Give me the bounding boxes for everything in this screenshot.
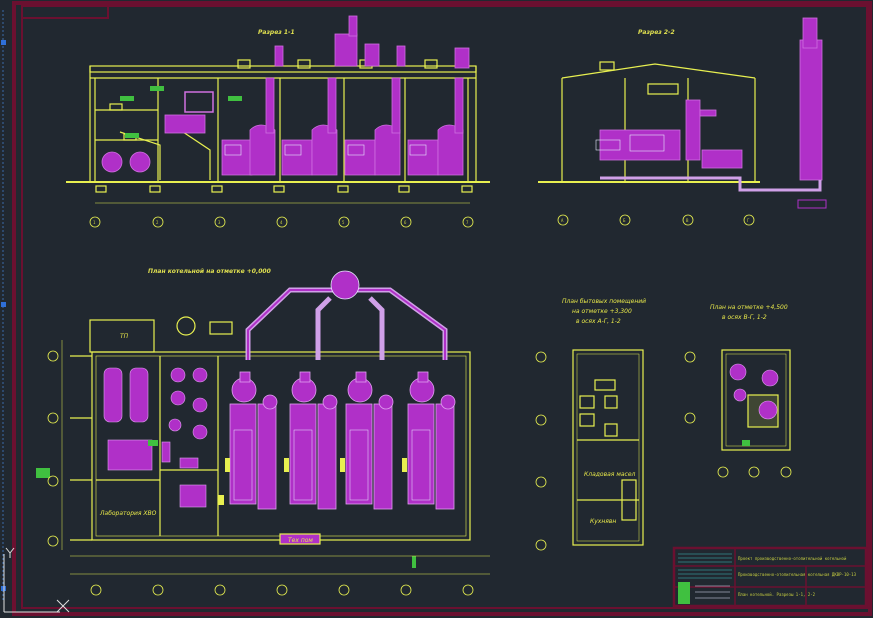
- title-line-1: Проект производственно-отопительной коте…: [738, 556, 847, 561]
- axis-v-s22: В: [686, 218, 689, 223]
- axis-3: 3: [218, 220, 221, 225]
- title-line-2: Производственно-отопительная котельная Д…: [738, 572, 857, 577]
- section-2-2-title: Разрез 2-2: [638, 29, 675, 36]
- plan-aux-title-2: на отметке +3,300: [572, 308, 632, 315]
- room-kitchen-label: Кухнявн: [590, 518, 616, 525]
- section-1-1-title: Разрез 1-1: [258, 29, 295, 36]
- room-tech-label: Тех пом: [288, 537, 313, 544]
- plan-stack-title-2: в осях В-Г, 1-2: [722, 314, 767, 321]
- section-2-2[interactable]: А Б В Г: [538, 17, 827, 226]
- plan-main[interactable]: ТП Лаборатория ХВО Тех пом: [36, 270, 490, 596]
- axis-1: 1: [93, 220, 96, 225]
- plan-stack[interactable]: [684, 349, 792, 478]
- title-line-3: План котельной. Разрезы 1-1, 2-2: [738, 592, 816, 597]
- stamp-top-left: [21, 5, 109, 19]
- axis-2: 2: [156, 220, 159, 225]
- axis-5: 5: [342, 220, 345, 225]
- axis-4: 4: [280, 220, 283, 225]
- plan-stack-title-1: План на отметке +4,500: [710, 304, 788, 311]
- section-1-1[interactable]: 1 2 3 4 5 6 7: [66, 15, 490, 228]
- axis-6: 6: [404, 220, 407, 225]
- cad-drawing-canvas[interactable]: Разрез 1-1 1 2 3 4 5 6 7 Разрез 2-2 А Б …: [0, 0, 873, 618]
- title-block[interactable]: Проект производственно-отопительной коте…: [672, 546, 868, 608]
- plan-aux[interactable]: Кладовая масел Кухнявн: [535, 349, 644, 551]
- room-storage-label: Кладовая масел: [584, 471, 636, 478]
- plan-aux-title-3: в осях А-Г, 1-2: [576, 318, 621, 325]
- grip-left-2[interactable]: [1, 302, 6, 307]
- axis-b-s22: Б: [623, 218, 626, 223]
- axis-g-s22: Г: [747, 218, 750, 223]
- axis-7: 7: [466, 220, 469, 225]
- room-tp-label: ТП: [120, 333, 129, 340]
- plan-aux-title-1: План бытовых помещений: [562, 298, 646, 305]
- axis-a-s22: А: [561, 218, 564, 223]
- room-lab-label: Лаборатория ХВО: [99, 510, 157, 517]
- plan-main-title: План котельной на отметке +0,000: [148, 268, 271, 275]
- grip-left-1[interactable]: [1, 40, 6, 45]
